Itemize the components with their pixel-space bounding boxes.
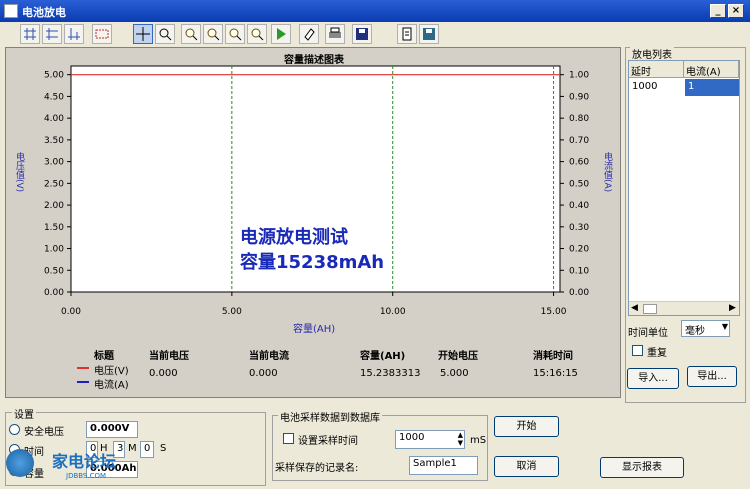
y-tick-label-9: 4.50 [44, 92, 64, 102]
time-unit-label: 时间单位 [628, 328, 668, 339]
discharge-list-label: 放电列表 [630, 46, 674, 61]
sampling-label: 电池采样数据到数据库 [278, 409, 382, 424]
y-tick-label-7: 3.50 [44, 136, 64, 146]
legend-header-current: 当前电流 [249, 351, 289, 362]
y2-tick-label-4: 0.40 [569, 201, 589, 211]
legend-value-time: 15:16:15 [533, 368, 578, 379]
y2-tick-label-10: 1.00 [569, 71, 589, 81]
y2-tick-label-1: 0.10 [569, 266, 589, 276]
overlay-capacity: 容量15238mAh [240, 252, 385, 273]
watermark-logo [6, 449, 34, 477]
x-tick-label-2: 10.00 [380, 307, 406, 317]
y2-tick-label-6: 0.60 [569, 158, 589, 168]
y2-axis-label: 电流值(A) [602, 152, 612, 193]
seconds-input[interactable]: 0 [140, 441, 154, 458]
legend-swatch-current [77, 381, 89, 383]
x-tick-label-3: 15.00 [541, 307, 567, 317]
y2-tick-label-5: 0.50 [569, 179, 589, 189]
y-tick-label-8: 4.00 [44, 114, 64, 124]
watermark-subtext: JDBBS.COM [66, 472, 107, 480]
cell-delay[interactable]: 1000 [629, 79, 684, 96]
legend-value-voltage: 0.000 [149, 368, 178, 379]
scroll-thumb[interactable] [643, 304, 657, 314]
column-header-delay[interactable]: 延时 [629, 61, 684, 78]
y2-tick-label-7: 0.70 [569, 136, 589, 146]
sampling-time-checkbox[interactable] [283, 433, 294, 444]
settings-label: 设置 [12, 406, 36, 421]
time-unit-select[interactable]: 毫秒 ▼ [681, 320, 730, 337]
seconds-unit: S [160, 443, 167, 454]
y2-tick-label-8: 0.80 [569, 114, 589, 124]
sampling-unit: mS [470, 435, 487, 446]
legend-value-start-voltage: 5.000 [440, 368, 469, 379]
legend-header-title: 标题 [94, 351, 114, 362]
record-name-input[interactable]: Sample1 [409, 456, 478, 475]
y-tick-label-5: 2.50 [44, 179, 64, 189]
y-axis-label: 电压值(V) [14, 152, 24, 193]
spin-up-icon[interactable]: ▲ ▼ [458, 431, 463, 447]
scroll-left-icon[interactable]: ◀ [631, 303, 638, 313]
record-name-label: 采样保存的记录名: [275, 463, 359, 474]
y-tick-label-1: 0.50 [44, 266, 64, 276]
legend-header-capacity: 容量(AH) [360, 351, 406, 362]
watermark-text: 家电论坛 [52, 452, 117, 471]
y-tick-label-6: 3.00 [44, 158, 64, 168]
cancel-button[interactable]: 取消 [494, 456, 559, 477]
legend-header-time: 消耗时间 [533, 351, 573, 362]
scroll-right-icon[interactable]: ▶ [729, 303, 736, 313]
safe-voltage-label: 安全电压 [24, 427, 64, 438]
legend-header-voltage: 当前电压 [149, 351, 189, 362]
minutes-unit: M [128, 443, 137, 454]
legend-swatch-voltage [77, 367, 89, 369]
y2-tick-label-0: 0.00 [569, 288, 589, 298]
legend-series-voltage: 电压(V) [94, 366, 129, 377]
safe-voltage-radio[interactable] [9, 424, 20, 435]
repeat-label: 重复 [647, 348, 667, 359]
import-button[interactable]: 导入... [627, 368, 679, 389]
x-axis-label: 容量(AH) [293, 324, 336, 335]
export-button[interactable]: 导出... [687, 366, 737, 387]
sampling-interval-value: 1000 [399, 432, 425, 443]
y2-tick-label-9: 0.90 [569, 92, 589, 102]
y-tick-label-0: 0.00 [44, 288, 64, 298]
y-tick-label-3: 1.50 [44, 223, 64, 233]
horizontal-scrollbar[interactable]: ◀ ▶ [629, 301, 739, 315]
show-report-button[interactable]: 显示报表 [600, 457, 684, 478]
x-tick-label-0: 0.00 [61, 307, 81, 317]
repeat-checkbox[interactable] [632, 345, 643, 356]
legend-value-current: 0.000 [249, 368, 278, 379]
y2-tick-label-3: 0.30 [569, 223, 589, 233]
safe-voltage-input[interactable]: 0.000V [86, 421, 138, 438]
start-button[interactable]: 开始 [494, 416, 559, 437]
legend-series-current: 电流(A) [94, 380, 129, 391]
y2-tick-label-2: 0.20 [569, 245, 589, 255]
y-tick-label-2: 1.00 [44, 245, 64, 255]
chevron-down-icon[interactable]: ▼ [722, 322, 728, 331]
legend-header-start-voltage: 开始电压 [438, 351, 478, 362]
column-header-current[interactable]: 电流(A) [684, 61, 739, 78]
x-tick-label-1: 5.00 [222, 307, 242, 317]
sampling-time-label: 设置采样时间 [298, 436, 358, 447]
cell-current[interactable]: 1 [685, 79, 739, 96]
time-unit-value: 毫秒 [685, 326, 705, 337]
legend-value-capacity: 15.2383313 [360, 368, 421, 379]
discharge-table[interactable]: 延时 电流(A) 1000 1 ◀ ▶ [628, 60, 740, 316]
overlay-title: 电源放电测试 [240, 227, 348, 248]
y-tick-label-4: 2.00 [44, 201, 64, 211]
y-tick-label-10: 5.00 [44, 71, 64, 81]
sampling-interval-input[interactable]: 1000 ▲ ▼ [395, 430, 465, 449]
